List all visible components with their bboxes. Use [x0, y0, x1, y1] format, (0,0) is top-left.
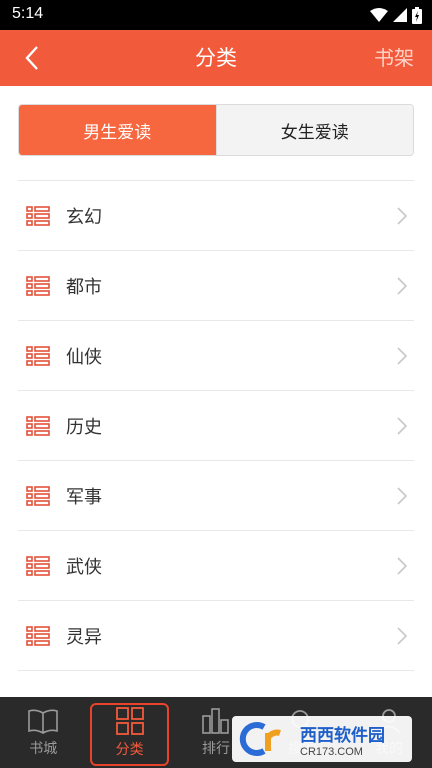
- chevron-right-icon: [397, 557, 408, 575]
- status-time: 5:14: [12, 5, 44, 22]
- status-bar: 5:14: [0, 0, 432, 30]
- category-row-xianxia[interactable]: 仙侠: [18, 321, 414, 391]
- tab-male-favorites[interactable]: 男生爱读: [19, 105, 216, 155]
- gender-segmented-control: 男生爱读 女生爱读: [18, 104, 414, 156]
- category-row-xuanhuan[interactable]: 玄幻: [18, 181, 414, 251]
- tab-bookstore[interactable]: 书城: [0, 697, 86, 768]
- list-icon: [26, 555, 50, 576]
- tab-category[interactable]: 分类: [86, 697, 172, 768]
- chevron-right-icon: [397, 277, 408, 295]
- category-row-wuxia[interactable]: 武侠: [18, 531, 414, 601]
- category-label: 玄幻: [66, 206, 102, 228]
- category-row-dushi[interactable]: 都市: [18, 251, 414, 321]
- signal-icon: [393, 8, 407, 22]
- chevron-right-icon: [397, 347, 408, 365]
- category-label: 军事: [66, 486, 102, 508]
- category-label: 历史: [66, 416, 102, 438]
- tab-label: 排行: [202, 740, 231, 757]
- wifi-icon: [370, 8, 388, 22]
- list-icon: [26, 345, 50, 366]
- app-bar: 分类 书架: [0, 30, 432, 86]
- status-icons: [370, 6, 422, 24]
- chevron-right-icon: [397, 627, 408, 645]
- page-title: 分类: [195, 46, 237, 70]
- bookshelf-button[interactable]: 书架: [374, 30, 414, 86]
- battery-icon: [412, 6, 422, 24]
- chevron-right-icon: [397, 417, 408, 435]
- bar-chart-icon: [202, 707, 229, 734]
- list-icon: [26, 625, 50, 646]
- list-icon: [26, 415, 50, 436]
- category-list: 玄幻 都市 仙侠 历史 军事 武侠 灵异: [18, 180, 414, 671]
- tab-female-favorites[interactable]: 女生爱读: [215, 105, 413, 155]
- list-icon: [26, 275, 50, 296]
- watermark-logo-icon: [239, 722, 281, 756]
- category-label: 都市: [66, 276, 102, 298]
- category-label: 武侠: [66, 556, 102, 578]
- category-label: 仙侠: [66, 346, 102, 368]
- list-icon: [26, 205, 50, 226]
- book-icon: [28, 709, 59, 734]
- watermark-name: 西西软件园: [300, 725, 385, 745]
- watermark-url: CR173.COM: [300, 745, 363, 758]
- category-row-lingyi[interactable]: 灵异: [18, 601, 414, 671]
- tab-label: 分类: [115, 741, 144, 758]
- category-row-junshi[interactable]: 军事: [18, 461, 414, 531]
- site-watermark: 西西软件园 CR173.COM: [232, 716, 412, 762]
- tab-label: 书城: [29, 740, 58, 757]
- chevron-right-icon: [397, 207, 408, 225]
- chevron-right-icon: [397, 487, 408, 505]
- list-icon: [26, 485, 50, 506]
- grid-icon: [115, 706, 144, 735]
- category-row-lishi[interactable]: 历史: [18, 391, 414, 461]
- category-label: 灵异: [66, 626, 102, 648]
